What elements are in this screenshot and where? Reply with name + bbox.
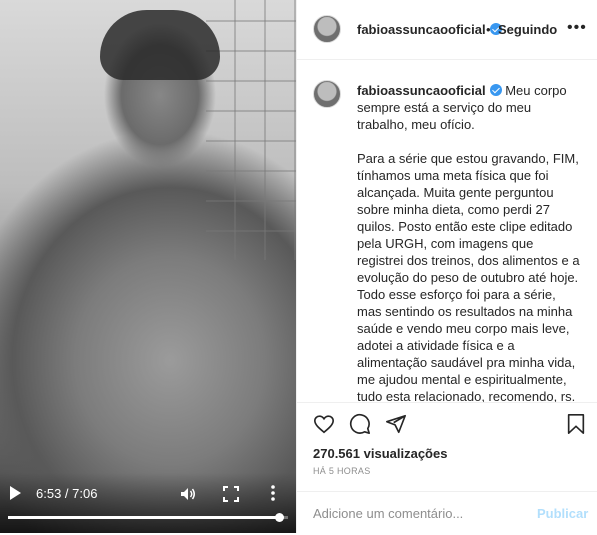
avatar[interactable] <box>313 15 341 43</box>
caption-username[interactable]: fabioassuncaooficial <box>357 83 486 98</box>
caption-avatar[interactable] <box>313 80 341 108</box>
header-separator: • <box>486 22 491 37</box>
comment-icon[interactable] <box>349 413 371 435</box>
video-time: 6:53 / 7:06 <box>36 486 98 501</box>
fullscreen-icon[interactable] <box>223 486 239 502</box>
publish-button[interactable]: Publicar <box>537 506 588 521</box>
play-icon[interactable] <box>8 485 22 501</box>
save-bookmark-icon[interactable] <box>565 413 587 435</box>
video-player[interactable]: 6:53 / 7:06 <box>0 0 296 533</box>
post-actions: 270.561 visualizações HÁ 5 HORAS Adicion… <box>297 402 597 534</box>
caption-paragraph-2: Para a série que estou gravando, FIM, tí… <box>357 151 580 402</box>
post-time-ago: HÁ 5 HORAS <box>313 466 371 476</box>
post-sidebar: fabioassuncaooficial • Seguindo ••• fabi… <box>296 0 597 533</box>
views-count[interactable]: 270.561 visualizações <box>313 446 447 461</box>
like-heart-icon[interactable] <box>313 413 335 435</box>
caption-verified-badge-icon <box>489 84 502 96</box>
following-button[interactable]: Seguindo <box>498 22 557 37</box>
share-icon[interactable] <box>385 413 407 435</box>
video-progress-fill <box>8 516 280 519</box>
more-vertical-icon[interactable] <box>270 485 276 501</box>
header-username[interactable]: fabioassuncaooficial <box>357 22 502 37</box>
video-progress-bar[interactable] <box>8 513 288 522</box>
comment-input[interactable]: Adicione um comentário... <box>313 506 463 521</box>
more-options-icon[interactable]: ••• <box>567 19 587 37</box>
comment-box: Adicione um comentário... Publicar <box>297 491 597 535</box>
video-frame-tiles <box>206 0 296 260</box>
video-frame-hair <box>100 10 220 80</box>
volume-icon[interactable] <box>180 486 196 502</box>
post-viewer: 6:53 / 7:06 fabioassuncaooficial • Segui… <box>0 0 597 533</box>
caption-area: fabioassuncaooficial Meu corpo sempre es… <box>297 60 597 402</box>
video-controls <box>0 473 296 533</box>
caption-text: fabioassuncaooficial Meu corpo sempre es… <box>357 82 582 402</box>
post-header: fabioassuncaooficial • Seguindo ••• <box>297 0 597 60</box>
